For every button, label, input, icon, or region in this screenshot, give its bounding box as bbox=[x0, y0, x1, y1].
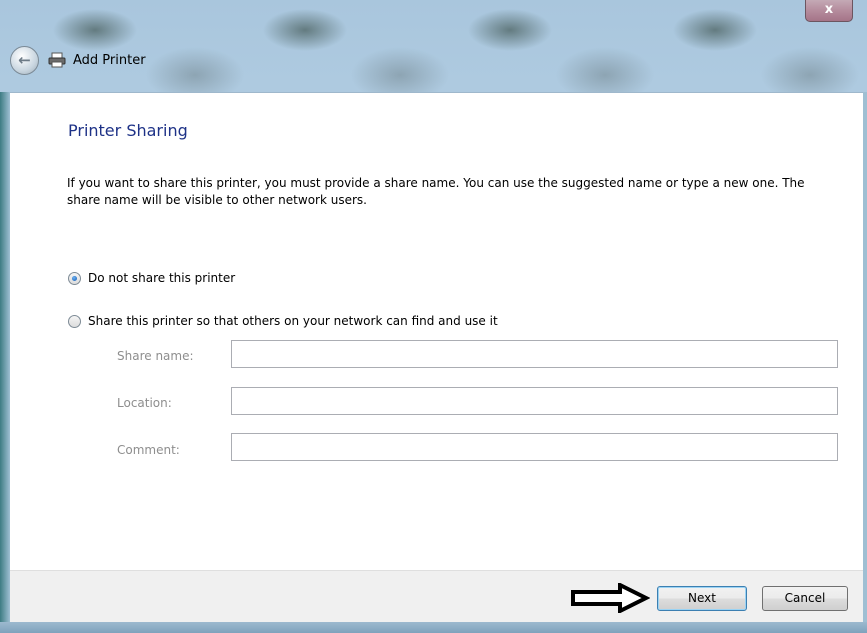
comment-label: Comment: bbox=[117, 443, 180, 457]
radio-do-not-share[interactable] bbox=[68, 271, 81, 285]
location-label: Location: bbox=[117, 396, 172, 410]
share-name-label: Share name: bbox=[117, 349, 194, 363]
page-title: Printer Sharing bbox=[68, 121, 188, 140]
next-button[interactable]: Next bbox=[657, 586, 747, 611]
window-left-border bbox=[0, 92, 10, 622]
option-do-not-share[interactable]: Do not share this printer bbox=[68, 271, 235, 285]
window-right-border bbox=[863, 92, 867, 622]
cancel-button[interactable]: Cancel bbox=[762, 586, 848, 611]
back-arrow-icon: ← bbox=[18, 51, 31, 69]
option-share[interactable]: Share this printer so that others on you… bbox=[68, 314, 498, 328]
pointing-arrow-icon bbox=[571, 583, 650, 613]
close-button[interactable]: x bbox=[805, 0, 853, 22]
back-button[interactable]: ← bbox=[10, 45, 39, 75]
printer-icon bbox=[48, 52, 66, 68]
wizard-footer: Next Cancel bbox=[10, 570, 863, 623]
radio-share[interactable] bbox=[68, 314, 81, 328]
option-label: Share this printer so that others on you… bbox=[88, 314, 498, 328]
window-title: Add Printer bbox=[73, 52, 146, 68]
wizard-content: Printer Sharing If you want to share thi… bbox=[10, 92, 863, 571]
share-name-field[interactable] bbox=[231, 340, 838, 368]
window-titlebar: ← Add Printer bbox=[10, 42, 146, 78]
comment-field[interactable] bbox=[231, 433, 838, 461]
window-bottom-border bbox=[0, 622, 867, 633]
page-description: If you want to share this printer, you m… bbox=[67, 176, 805, 207]
location-field[interactable] bbox=[231, 387, 838, 415]
option-label: Do not share this printer bbox=[88, 271, 236, 285]
